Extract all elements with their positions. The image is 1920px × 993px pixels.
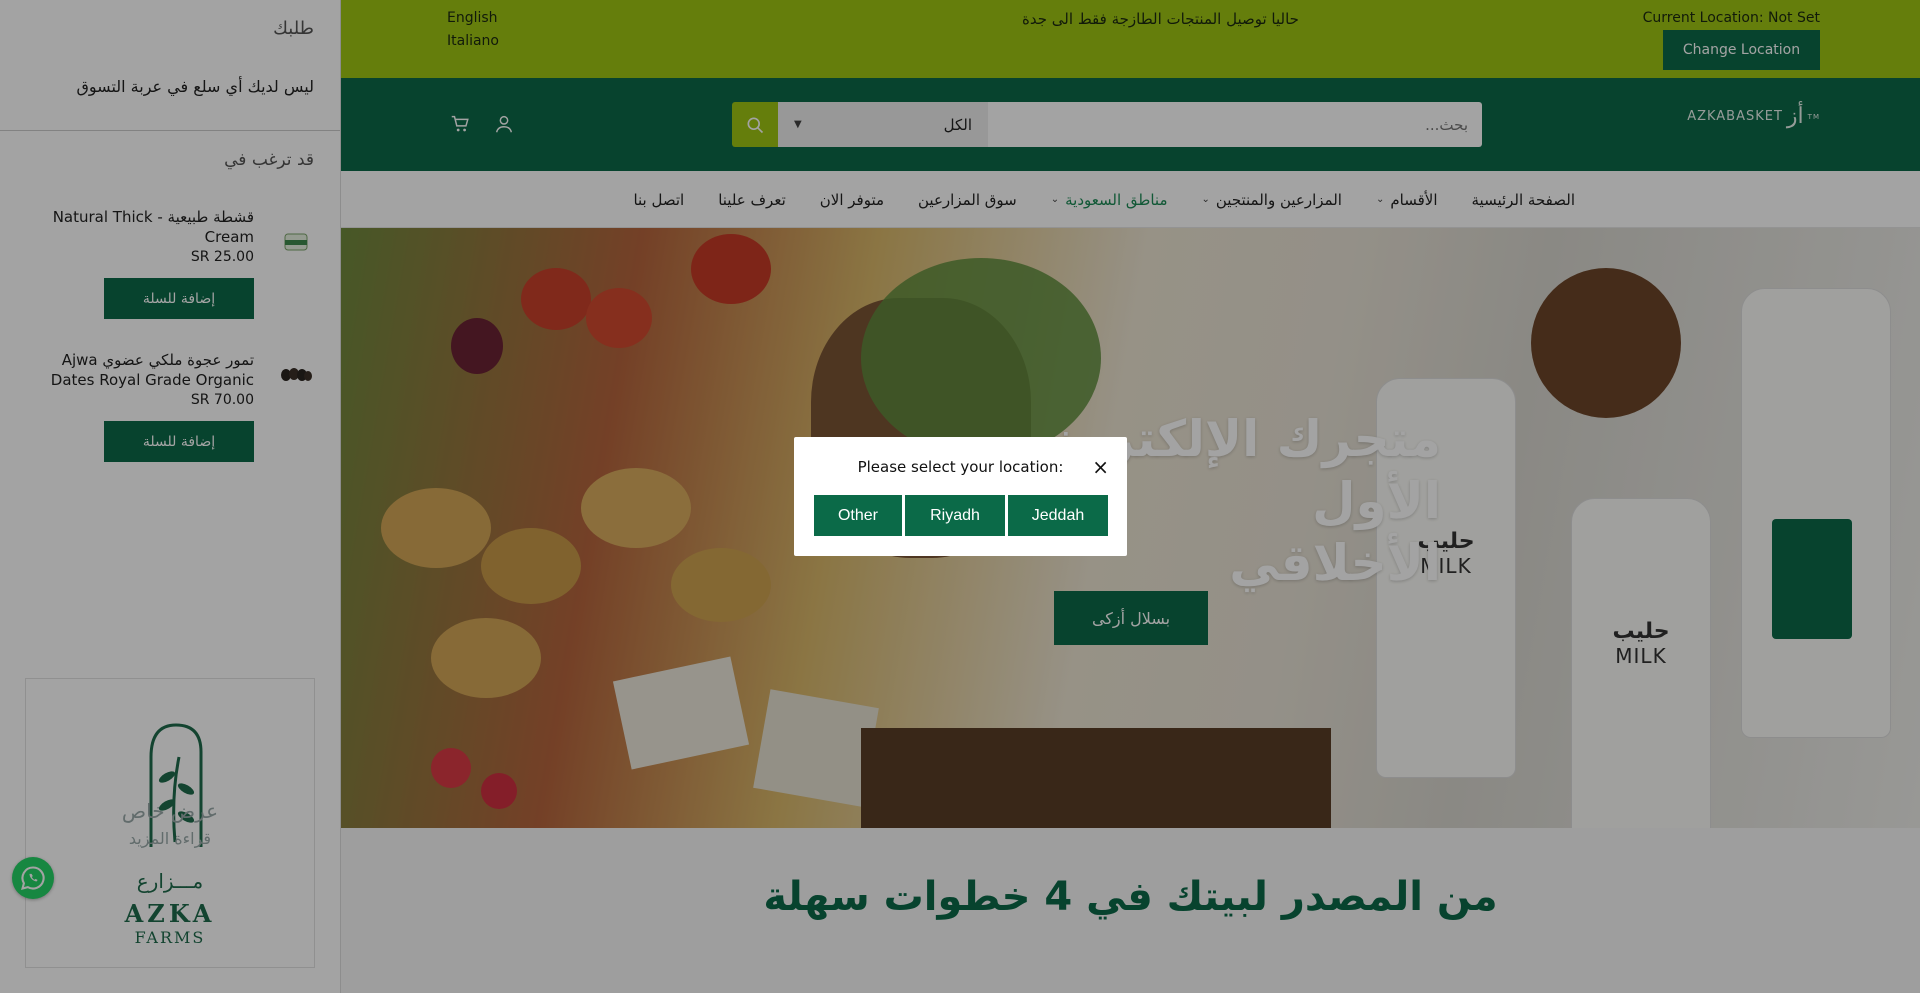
location-riyadh-button[interactable]: Riyadh	[905, 495, 1005, 536]
modal-title: Please select your location:	[857, 458, 1064, 476]
location-other-button[interactable]: Other	[814, 495, 902, 536]
location-options: Other Riyadh Jeddah	[814, 495, 1108, 536]
location-modal: Please select your location: × Other Riy…	[794, 437, 1127, 556]
location-jeddah-button[interactable]: Jeddah	[1008, 495, 1108, 536]
close-icon[interactable]: ×	[1092, 457, 1109, 477]
